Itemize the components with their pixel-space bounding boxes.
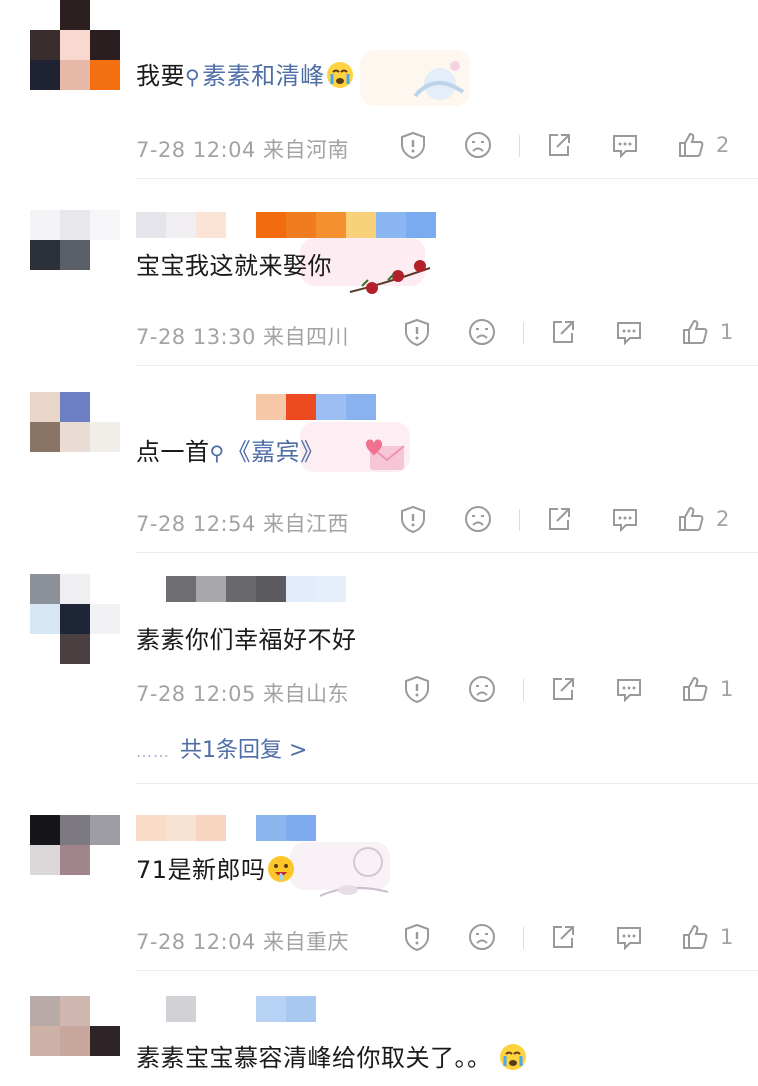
comment-timestamp: 7-28 12:05 来自山东	[136, 682, 350, 706]
view-replies-link[interactable]: …… 共1条回复 >	[136, 732, 307, 764]
comment-text-plain: 我要	[136, 62, 185, 90]
comment-meta: 7-28 13:30 来自四川 1	[136, 313, 736, 353]
like-count: 1	[720, 320, 734, 344]
comment-location: 来自重庆	[263, 930, 350, 954]
comment-text-plain: 71是新郎吗	[136, 856, 266, 884]
frown-face-icon[interactable]	[463, 504, 493, 534]
comment-icon[interactable]	[614, 674, 644, 704]
avatar[interactable]	[30, 996, 120, 1086]
like-count: 1	[720, 925, 734, 949]
share-icon[interactable]	[544, 130, 574, 160]
thumbs-up-icon[interactable]	[680, 674, 710, 704]
text-fade-overlay	[600, 1036, 758, 1076]
report-shield-icon[interactable]	[398, 130, 428, 160]
comment-timestamp: 7-28 12:54 来自江西	[136, 512, 350, 536]
share-icon[interactable]	[544, 504, 574, 534]
comment-text: 素素你们幸福好不好	[136, 620, 357, 655]
comment-location: 来自四川	[263, 325, 350, 349]
comment-text: 点一首⚲《嘉宾》	[136, 432, 325, 467]
share-icon[interactable]	[548, 674, 578, 704]
crying-emoji-icon	[325, 60, 355, 90]
separator	[523, 927, 524, 949]
comment-text: 宝宝我这就来娶你	[136, 246, 332, 281]
username-blurred[interactable]	[136, 576, 346, 602]
comment-text-plain: 素素宝宝慕容清峰给你取关了。。	[136, 1044, 492, 1072]
comment-text: 我要⚲素素和清峰	[136, 56, 355, 91]
comment-timestamp: 7-28 12:04 来自河南	[136, 138, 350, 162]
separator	[523, 322, 524, 344]
avatar[interactable]	[30, 0, 120, 90]
report-shield-icon[interactable]	[402, 922, 432, 952]
divider	[136, 365, 758, 366]
comment-icon[interactable]	[610, 130, 640, 160]
frown-face-icon[interactable]	[467, 317, 497, 347]
comment-text: 71是新郎吗	[136, 850, 296, 885]
frown-face-icon[interactable]	[467, 674, 497, 704]
reply-dots: ……	[136, 742, 170, 761]
thumbs-up-icon[interactable]	[676, 130, 706, 160]
like-count: 1	[720, 677, 734, 701]
share-icon[interactable]	[548, 317, 578, 347]
thumbs-up-icon[interactable]	[680, 317, 710, 347]
comment-location: 来自山东	[263, 682, 350, 706]
avatar[interactable]	[30, 392, 120, 482]
report-shield-icon[interactable]	[402, 317, 432, 347]
comment-icon[interactable]	[614, 922, 644, 952]
like-count: 2	[716, 133, 730, 157]
comment-icon[interactable]	[610, 504, 640, 534]
avatar[interactable]	[30, 210, 120, 300]
reply-count-label: 共1条回复 >	[180, 738, 308, 763]
drooling-emoji-icon	[266, 854, 296, 884]
comment-icon[interactable]	[614, 317, 644, 347]
divider	[136, 552, 758, 553]
avatar[interactable]	[30, 815, 120, 905]
avatar[interactable]	[30, 574, 120, 664]
thumbs-up-icon[interactable]	[676, 504, 706, 534]
topic-link[interactable]: 素素和清峰	[202, 62, 325, 90]
comment-text-plain: 点一首	[136, 438, 210, 466]
comment-meta: 7-28 12:04 来自重庆 1	[136, 918, 736, 958]
song-link[interactable]: 《嘉宾》	[227, 438, 325, 466]
username-blurred[interactable]	[136, 815, 316, 841]
share-icon[interactable]	[548, 922, 578, 952]
separator	[519, 135, 520, 157]
separator	[523, 679, 524, 701]
divider	[136, 178, 758, 179]
report-shield-icon[interactable]	[398, 504, 428, 534]
comment-text-plain: 素素你们幸福好不好	[136, 626, 357, 654]
comment-location: 来自河南	[263, 138, 350, 162]
separator	[519, 509, 520, 531]
username-blurred[interactable]	[136, 394, 376, 420]
comment-meta: 7-28 12:05 来自山东 1	[136, 670, 736, 710]
divider	[136, 783, 758, 784]
comment-text-plain: 宝宝我这就来娶你	[136, 252, 332, 280]
comment-meta: 7-28 12:54 来自江西 2	[136, 500, 736, 540]
comment-text: 素素宝宝慕容清峰给你取关了。。	[136, 1038, 528, 1073]
divider	[136, 970, 758, 971]
crying-emoji-icon	[498, 1042, 528, 1072]
thumbs-up-icon[interactable]	[680, 922, 710, 952]
like-count: 2	[716, 507, 730, 531]
username-blurred[interactable]	[136, 996, 316, 1022]
comment-meta: 7-28 12:04 来自河南 2	[136, 126, 736, 166]
search-icon: ⚲	[209, 441, 225, 465]
report-shield-icon[interactable]	[402, 674, 432, 704]
comment-timestamp: 7-28 13:30 来自四川	[136, 325, 350, 349]
search-icon: ⚲	[185, 65, 201, 89]
comment-timestamp: 7-28 12:04 来自重庆	[136, 930, 350, 954]
username-blurred[interactable]	[136, 212, 436, 238]
comment-bubble-decoration	[290, 840, 395, 904]
comment-location: 来自江西	[263, 512, 350, 536]
frown-face-icon[interactable]	[463, 130, 493, 160]
comment-bubble-decoration	[360, 46, 470, 110]
frown-face-icon[interactable]	[467, 922, 497, 952]
